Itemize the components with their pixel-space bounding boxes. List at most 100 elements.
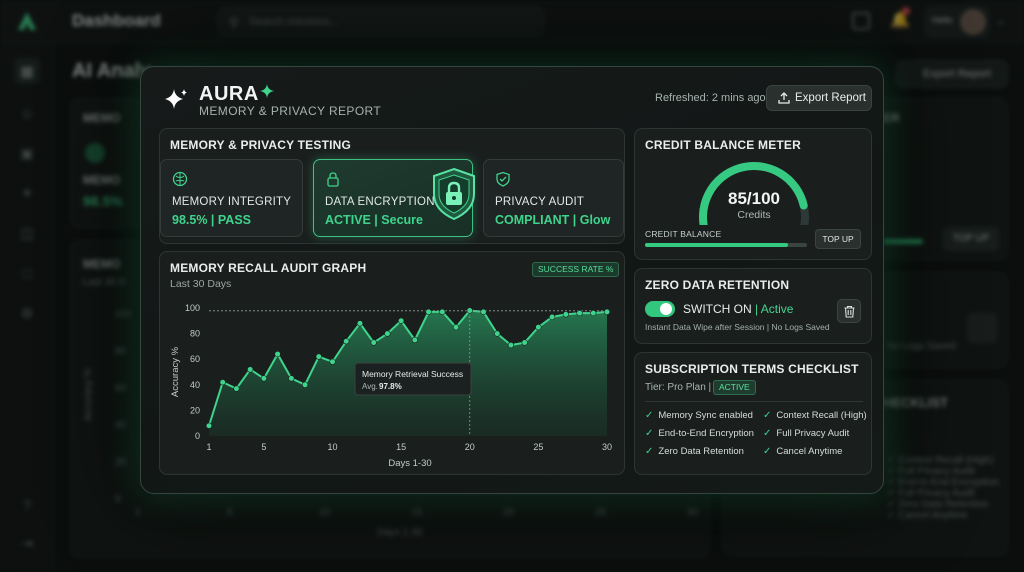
search-placeholder: Search missions...	[249, 16, 339, 28]
chart-data-point	[480, 308, 487, 315]
bg-memory-card: MEMO MEMO 98.5%	[70, 98, 150, 228]
bg-memory-value: 98.5%	[83, 193, 123, 209]
chart-data-point	[398, 317, 405, 324]
bg-y-tick: 100	[115, 309, 132, 320]
tooltip-value: 97.8%	[379, 382, 402, 391]
chart-data-point	[370, 339, 377, 346]
bg-check-item: ✓ Zero Data Retention	[887, 499, 989, 510]
app-title: Dashboard	[72, 11, 161, 30]
x-tick-label: 30	[602, 442, 612, 452]
y-tick-label: 0	[195, 431, 200, 441]
sidebar: ▦ ☺ ▣ ☀ ◫ □ ⚙ ? ⇥	[0, 44, 54, 572]
sparkle-icon	[165, 89, 187, 109]
x-tick-label: 15	[396, 442, 406, 452]
switch-state: | Active	[755, 302, 794, 316]
top-up-button[interactable]: TOP UP	[815, 229, 861, 249]
folder-icon[interactable]: □	[14, 260, 40, 286]
data-encryption-card[interactable]: DATA ENCRYPTION ACTIVE | Secure	[313, 159, 475, 237]
wipe-data-button[interactable]	[837, 299, 861, 323]
bg-x-label: Days 1-30	[377, 527, 423, 538]
y-tick-label: 20	[190, 405, 200, 415]
data-encryption-label: DATA ENCRYPTION	[325, 196, 435, 208]
bg-topup-button[interactable]: TOP UP	[943, 227, 999, 251]
shield-lock-icon	[433, 167, 475, 221]
memory-integrity-card[interactable]: MEMORY INTEGRITY 98.5% | PASS	[160, 159, 303, 237]
bg-check-item: ✓ Cancel Anytime	[887, 510, 968, 521]
chart-data-point	[576, 310, 583, 317]
bg-x-tick: 10	[319, 507, 331, 518]
bg-trash-icon[interactable]	[967, 313, 997, 343]
logout-icon[interactable]: ⇥	[14, 530, 40, 556]
bg-checklist-title: HECKLIST	[883, 395, 948, 410]
chart-data-point	[205, 422, 213, 429]
bg-x-tick: 5	[227, 507, 233, 518]
chart-data-point	[329, 358, 336, 365]
retention-note: Instant Data Wipe after Session | No Log…	[645, 322, 830, 332]
upload-icon	[778, 92, 790, 104]
x-tick-label: 25	[533, 442, 543, 452]
report-modal: AURA MEMORY & PRIVACY REPORT Refreshed: …	[140, 66, 884, 494]
credit-balance-bar	[645, 243, 807, 247]
bg-x-tick: 30	[687, 507, 699, 518]
shield-check-icon	[496, 171, 510, 187]
tier-text: Tier: Pro Plan |	[645, 382, 712, 393]
bg-retention-sub: No Logs Saved	[887, 341, 956, 352]
brain-icon	[172, 171, 188, 187]
y-tick-label: 80	[190, 329, 200, 339]
chart-data-point	[425, 308, 432, 315]
users-icon[interactable]: ☺	[14, 100, 40, 126]
chevron-down-icon[interactable]: ⌄	[996, 14, 1005, 27]
bg-x-tick: 25	[595, 507, 607, 518]
chart-data-point	[233, 385, 240, 392]
bg-recall-sub: Last 30 D	[83, 277, 126, 288]
divider	[645, 401, 863, 402]
privacy-audit-card[interactable]: PRIVACY AUDIT COMPLIANT | Glow	[483, 159, 624, 237]
chart-data-point	[343, 338, 350, 345]
bg-y-tick: 80	[115, 346, 127, 357]
tier-status-badge: ACTIVE	[713, 380, 756, 395]
y-tick-label: 100	[185, 303, 200, 313]
search-input[interactable]: ⚲ Search missions...	[218, 7, 544, 37]
credit-unit: Credits	[737, 209, 771, 221]
recall-graph-subtitle: Last 30 Days	[170, 278, 232, 290]
chart-tooltip: Memory Retrieval Success Avg. 97.8%	[354, 362, 472, 396]
export-report-button[interactable]: Export Report	[766, 85, 872, 111]
bg-memory-icon	[85, 143, 105, 163]
chart-data-point	[439, 308, 446, 315]
chart-data-point	[466, 307, 473, 314]
chart-data-point	[219, 379, 226, 386]
apps-grid-icon[interactable]	[852, 12, 870, 30]
bg-x-tick: 1	[135, 507, 141, 518]
database-icon[interactable]: ◫	[14, 220, 40, 246]
check-item-label: Memory Sync enabled	[658, 410, 753, 421]
subscription-panel: SUBSCRIPTION TERMS CHECKLIST Tier: Pro P…	[634, 352, 872, 475]
refreshed-timestamp: Refreshed: 2 mins ago	[655, 92, 766, 104]
chart-data-point	[562, 311, 569, 318]
retention-panel: ZERO DATA RETENTION SWITCH ON | Active I…	[634, 268, 872, 344]
chart-data-point	[603, 308, 611, 315]
dashboard-icon[interactable]: ▦	[14, 58, 40, 84]
testing-panel: MEMORY & PRIVACY TESTING MEMORY INTEGRIT…	[159, 128, 625, 244]
chart-data-point	[590, 310, 597, 317]
retention-toggle[interactable]	[645, 301, 675, 317]
memory-integrity-value: 98.5% | PASS	[172, 213, 251, 227]
credit-title: CREDIT BALANCE METER	[645, 138, 801, 152]
bg-memory-title: MEMO	[83, 111, 121, 125]
recall-chart[interactable]: 0204060801001 5 10 15 20 25 30Days 1-30Accurac…	[160, 292, 626, 474]
report-subtitle: MEMORY & PRIVACY REPORT	[199, 104, 382, 118]
sparkle-accent-icon	[260, 84, 274, 98]
avatar[interactable]	[960, 9, 986, 35]
chart-data-point	[384, 330, 391, 337]
settings-icon[interactable]: ⚙	[14, 300, 40, 326]
help-icon[interactable]: ?	[14, 492, 40, 518]
calendar-icon[interactable]: ▣	[14, 140, 40, 166]
y-axis-label: Accuracy %	[170, 346, 181, 397]
bell-nav-icon[interactable]: ☀	[14, 180, 40, 206]
chart-data-point	[494, 330, 501, 337]
data-encryption-value: ACTIVE | Secure	[325, 213, 423, 227]
chart-data-point	[535, 324, 542, 331]
memory-integrity-label: MEMORY INTEGRITY	[172, 196, 292, 208]
chart-data-point	[315, 353, 322, 360]
bg-export-button[interactable]: Export Report	[896, 60, 1008, 88]
privacy-audit-value: COMPLIANT | Glow	[495, 213, 611, 227]
